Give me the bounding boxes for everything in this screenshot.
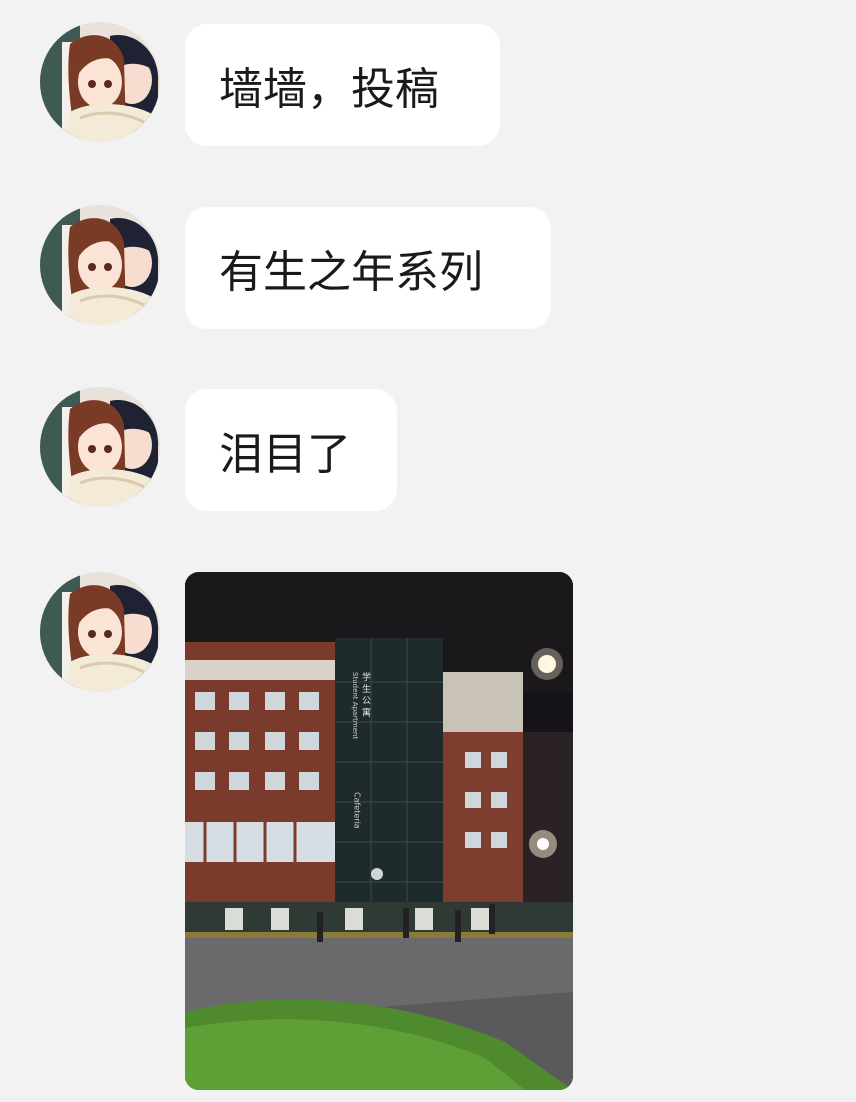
building-sign-en: Student Apartment [351,672,359,739]
sender-avatar[interactable] [40,205,160,325]
image-message[interactable]: 学 生 公 寓 Student Apartment Cafeteria [185,572,573,1090]
message-bubble[interactable]: 有生之年系列 [185,207,551,329]
message-text: 泪目了 [219,429,351,480]
anime-couple-avatar-icon [40,387,160,507]
message-text: 有生之年系列 [219,247,483,298]
message-text: 墙墙，投稿 [219,64,439,115]
night-building-photo: 学 生 公 寓 Student Apartment Cafeteria [185,572,573,1090]
building-sign-cn: 学 生 公 寓 [360,671,371,718]
message-bubble[interactable]: 泪目了 [185,389,397,511]
anime-couple-avatar-icon [40,205,160,325]
sender-avatar[interactable] [40,572,160,692]
message-bubble[interactable]: 墙墙，投稿 [185,24,500,146]
building-sign-cafeteria: Cafeteria [353,792,362,829]
sender-avatar[interactable] [40,387,160,507]
chat-thread: 墙墙，投稿 有生之年系列 泪目了 学 生 公 寓 Student Apartme… [0,0,856,1102]
anime-couple-avatar-icon [40,572,160,692]
sender-avatar[interactable] [40,22,160,142]
anime-couple-avatar-icon [40,22,160,142]
